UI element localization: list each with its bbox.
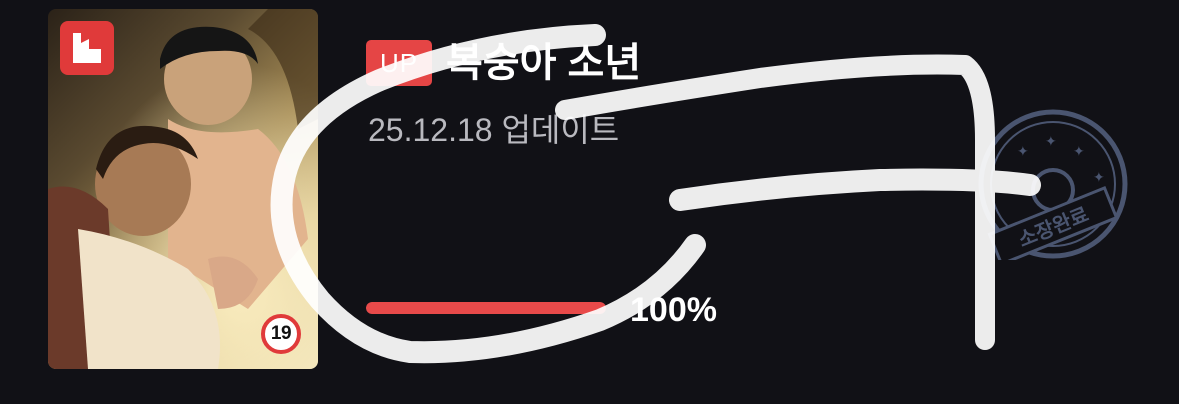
publisher-logo-icon (60, 21, 114, 75)
svg-text:✦: ✦ (1017, 144, 1029, 160)
svg-text:✦: ✦ (1073, 144, 1085, 160)
update-badge: UP (366, 40, 432, 86)
svg-text:✦: ✦ (1093, 170, 1105, 186)
progress-fill (366, 302, 606, 314)
progress-label: 100% (630, 291, 717, 329)
collection-complete-stamp-icon: ✦ ✦ ✦ ✦ 소장완료 (977, 108, 1129, 267)
comic-title[interactable]: 복숭아 소년 (446, 38, 641, 88)
age-rating-badge: 19 (261, 314, 301, 354)
library-item[interactable]: 19 UP 복숭아 소년 25.12.18 업데이트 100% ✦ ✦ ✦ ✦ … (0, 0, 1179, 404)
svg-text:✦: ✦ (1045, 134, 1057, 150)
cover-thumbnail[interactable]: 19 (48, 9, 318, 369)
updated-date: 25.12.18 업데이트 (368, 112, 620, 148)
progress-bar (366, 302, 606, 314)
